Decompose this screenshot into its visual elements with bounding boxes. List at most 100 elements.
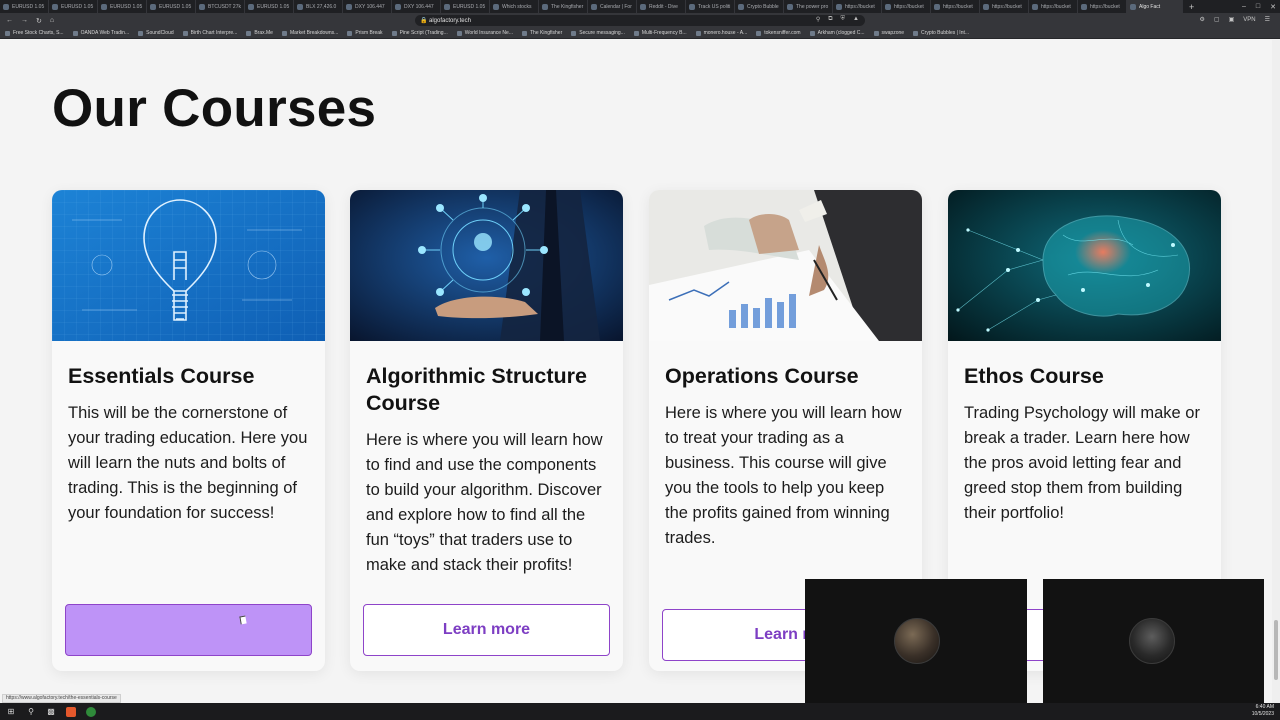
tab-favicon-icon [248, 3, 254, 10]
back-icon[interactable]: ← [6, 17, 13, 25]
tab-label: EURUSD 1.05 [159, 3, 192, 10]
browser-tab[interactable]: EURUSD 1.05 [0, 0, 49, 13]
bookmark-label: Free Stock Charts, S... [13, 30, 64, 36]
browser-tab[interactable]: https://bucket [1029, 0, 1078, 13]
brave-browser-icon[interactable] [66, 706, 76, 717]
tab-favicon-icon [101, 3, 107, 10]
brave-rewards-icon[interactable]: ▲ [853, 16, 859, 23]
tab-label: EURUSD 1.05 [12, 3, 45, 10]
bookmark-item[interactable]: Secure messaging... [571, 30, 625, 36]
lock-icon: 🔒 [420, 18, 428, 24]
browser-tab[interactable]: The Kingfisher [539, 0, 588, 13]
learn-more-button[interactable]: Learn more [363, 604, 610, 656]
bookmark-item[interactable]: monero.house - A... [695, 30, 748, 36]
brave-shield-icon[interactable]: ⛨ [841, 16, 846, 23]
bookmark-label: swapzone [881, 30, 905, 36]
browser-toolbar: ← → ↻ ⌂ 🔒 algofactory.tech ⚲ ⧉ ⛨ ▲ ⚙ ▢ ▣… [0, 13, 1280, 28]
video-participant-2[interactable] [1043, 579, 1264, 703]
browser-tab[interactable]: Crypto Bubble [735, 0, 784, 13]
vpn-label[interactable]: VPN [1243, 17, 1255, 23]
browser-tab[interactable]: EURUSD 1.05 [98, 0, 147, 13]
menu-icon[interactable]: ☰ [1265, 16, 1270, 23]
browser-tab[interactable]: DXY 106.447 [343, 0, 392, 13]
bookmark-item[interactable]: Brax.Me [246, 30, 273, 36]
tab-label: The power pro [796, 3, 829, 10]
minimize-icon[interactable]: – [1242, 3, 1246, 10]
tab-label: Track US politi [698, 3, 731, 10]
course-title: Algorithmic Structure Course [366, 364, 587, 415]
bookmark-label: The Kingfisher [530, 30, 563, 36]
bookmark-item[interactable]: Free Stock Charts, S... [5, 30, 64, 36]
browser-tab[interactable]: Algo Fact [1127, 0, 1183, 13]
bookmark-item[interactable]: Pine Script (Trading... [391, 30, 448, 36]
windows-start-icon[interactable]: ⊞ [6, 707, 16, 717]
browser-tab[interactable]: Track US politi [686, 0, 735, 13]
bookmark-label: Arkham (clogged C... [817, 30, 865, 36]
bookmark-label: Pine Script (Trading... [399, 30, 448, 36]
sidebar-icon[interactable]: ▢ [1214, 16, 1220, 23]
search-icon[interactable]: ⚲ [26, 707, 36, 717]
browser-tab[interactable]: EURUSD 1.05 [49, 0, 98, 13]
page-scrollbar[interactable] [1272, 40, 1280, 703]
address-bar[interactable]: 🔒 algofactory.tech ⚲ ⧉ ⛨ ▲ [415, 15, 865, 26]
system-clock[interactable]: 6:40 AM 10/5/2023 [1252, 704, 1274, 718]
browser-tab[interactable]: BTCUSDT 27k [196, 0, 245, 13]
bookmark-item[interactable]: Arkham (clogged C... [809, 30, 865, 36]
wallet-icon[interactable]: ▣ [1229, 16, 1235, 23]
bookmark-item[interactable]: The Kingfisher [522, 30, 562, 36]
bookmark-item[interactable]: tokensniffer.com [756, 30, 801, 36]
learn-more-button[interactable] [65, 604, 312, 656]
bookmark-item[interactable]: SoundCloud [138, 30, 174, 36]
video-participant-1[interactable] [805, 579, 1027, 703]
bookmark-item[interactable]: Birth Chart Interpre... [182, 30, 237, 36]
tab-favicon-icon [738, 3, 744, 10]
bookmark-label: Brax.Me [254, 30, 273, 36]
bookmark-item[interactable]: Prism Break [347, 30, 383, 36]
close-window-icon[interactable]: ✕ [1270, 3, 1276, 11]
app-icon[interactable] [86, 706, 96, 717]
share-icon[interactable]: ⧉ [828, 16, 832, 23]
scrollbar-thumb[interactable] [1274, 620, 1278, 680]
reload-icon[interactable]: ↻ [36, 17, 42, 25]
browser-tab[interactable]: https://bucket [980, 0, 1029, 13]
bookmark-favicon-icon [391, 30, 397, 36]
bookmark-label: Secure messaging... [579, 30, 625, 36]
lightbulb-blueprint-image [52, 190, 325, 341]
bookmark-label: Crypto Bubbles | Int... [921, 30, 970, 36]
tab-label: https://bucket [894, 3, 924, 10]
maximize-icon[interactable]: □ [1256, 3, 1260, 10]
browser-tab[interactable]: Reddit - Dive [637, 0, 686, 13]
home-icon[interactable]: ⌂ [50, 17, 54, 25]
browser-tab[interactable]: https://bucket [882, 0, 931, 13]
bookmark-label: monero.house - A... [703, 30, 748, 36]
bookmark-item[interactable]: Crypto Bubbles | Int... [913, 30, 969, 36]
task-view-icon[interactable]: ▩ [46, 707, 56, 717]
tab-favicon-icon [1130, 3, 1136, 10]
tab-favicon-icon [52, 3, 58, 10]
browser-tab[interactable]: DXY 106.447 [392, 0, 441, 13]
extensions-icon[interactable]: ⚙ [1200, 16, 1205, 23]
browser-tab[interactable]: EURUSD 1.05 [245, 0, 294, 13]
browser-tab[interactable]: Which stocks [490, 0, 539, 13]
forward-icon[interactable]: → [21, 17, 28, 25]
browser-tab[interactable]: EURUSD 1.05 [441, 0, 490, 13]
tab-label: DXY 106.447 [355, 3, 385, 10]
bookmark-label: Multi-Frequency B... [641, 30, 687, 36]
bookmark-item[interactable]: OANDA Web Tradin... [72, 30, 129, 36]
tab-favicon-icon [934, 3, 940, 10]
browser-tab[interactable]: https://bucket [931, 0, 980, 13]
browser-tab[interactable]: Calendar | For [588, 0, 637, 13]
browser-tab[interactable]: BLX 27,426.0 [294, 0, 343, 13]
bookmark-item[interactable]: World Insurance Ne... [456, 30, 513, 36]
browser-tab[interactable]: https://bucket [1078, 0, 1127, 13]
zoom-icon[interactable]: ⚲ [816, 16, 820, 23]
bookmark-favicon-icon [456, 30, 462, 36]
bookmark-item[interactable]: Market Breakdowns... [281, 30, 338, 36]
browser-tab[interactable]: https://bucket [833, 0, 882, 13]
bookmark-item[interactable]: Multi-Frequency B... [633, 30, 687, 36]
browser-tab[interactable]: The power pro [784, 0, 833, 13]
bookmark-item[interactable]: swapzone [873, 30, 905, 36]
button-label: Learn more [442, 621, 531, 638]
browser-tab[interactable]: EURUSD 1.05 [147, 0, 196, 13]
new-tab-button[interactable]: + [1183, 2, 1200, 12]
